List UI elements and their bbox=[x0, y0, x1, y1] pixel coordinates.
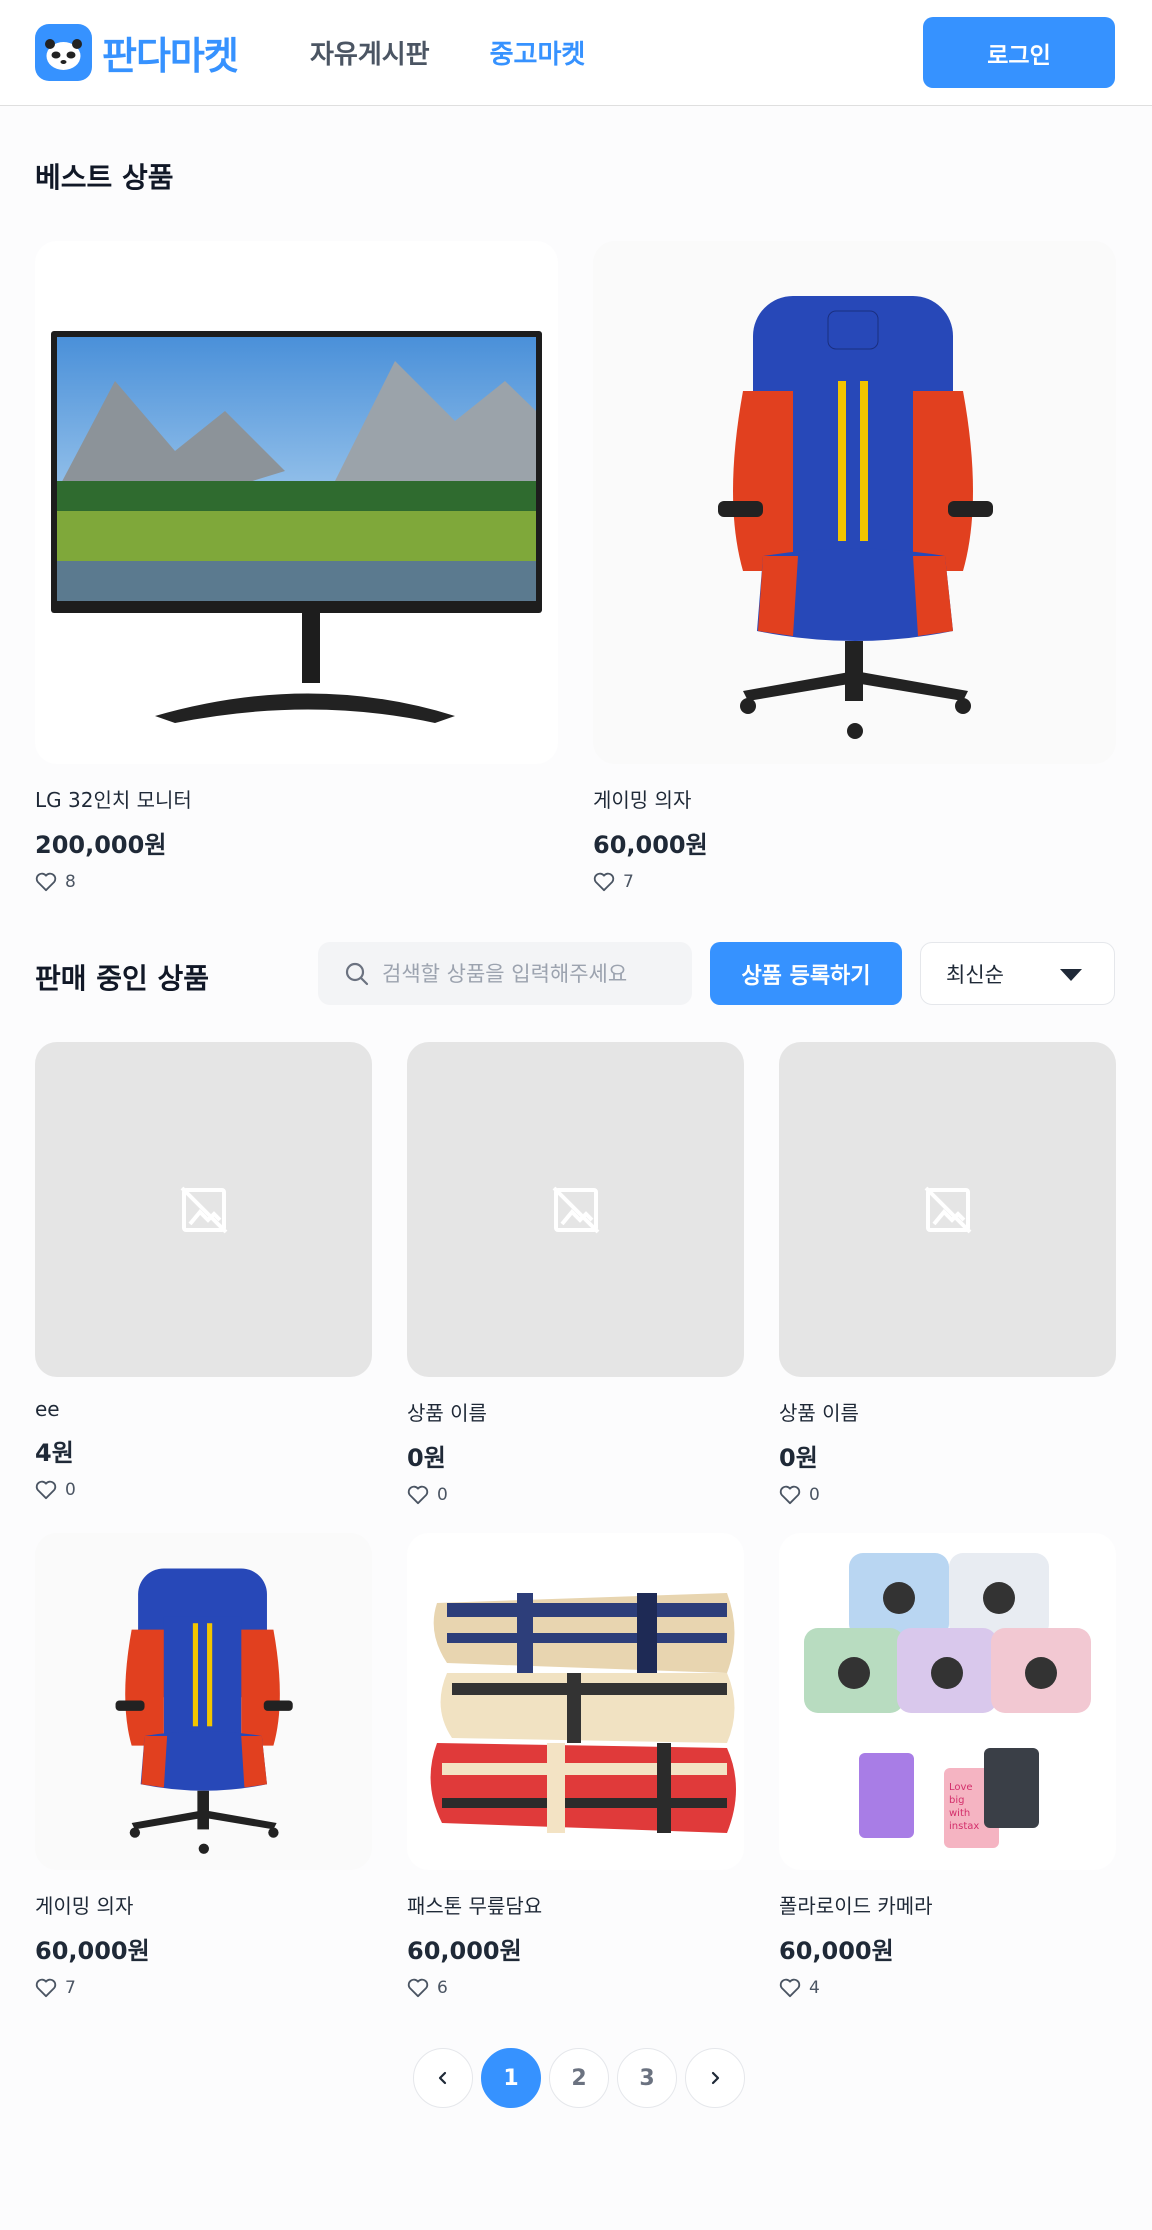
svg-text:instax: instax bbox=[949, 1821, 979, 1832]
product-likes[interactable]: 6 bbox=[407, 1978, 744, 1998]
product-likes[interactable]: 0 bbox=[407, 1485, 744, 1505]
page-button-2[interactable]: 2 bbox=[549, 2048, 609, 2108]
product-likes[interactable]: 7 bbox=[35, 1978, 372, 1998]
panda-logo-icon bbox=[35, 24, 92, 81]
product-card[interactable]: 상품 이름 0원 0 bbox=[779, 1042, 1116, 1505]
product-price: 60,000원 bbox=[779, 1937, 894, 1965]
monitor-image bbox=[35, 241, 558, 764]
heart-icon bbox=[779, 1485, 801, 1505]
product-card[interactable]: Love big with instax 폴라로이드 카메라 60,000원 4 bbox=[779, 1533, 1116, 1998]
blanket-image bbox=[407, 1533, 744, 1870]
product-price: 200,000원 bbox=[35, 831, 167, 859]
heart-icon bbox=[35, 1480, 57, 1500]
product-price: 0원 bbox=[407, 1444, 446, 1472]
gaming-chair-image bbox=[593, 241, 1116, 764]
search-box[interactable] bbox=[318, 942, 692, 1005]
svg-text:big: big bbox=[949, 1795, 964, 1806]
best-product-card[interactable]: LG 32인치 모니터 200,000원 8 bbox=[35, 241, 558, 892]
product-price: 4원 bbox=[35, 1439, 74, 1467]
likes-count: 7 bbox=[65, 1978, 76, 1998]
svg-text:with: with bbox=[949, 1808, 970, 1819]
on-sale-title: 판매 중인 상품 bbox=[35, 962, 210, 995]
register-product-button[interactable]: 상품 등록하기 bbox=[710, 942, 902, 1005]
product-name: 게이밍 의자 bbox=[35, 1894, 134, 1918]
no-image-placeholder bbox=[407, 1042, 744, 1377]
heart-icon bbox=[593, 872, 615, 892]
product-name: ee bbox=[35, 1397, 60, 1421]
image-off-icon bbox=[924, 1186, 971, 1233]
image-off-icon bbox=[180, 1186, 227, 1233]
product-name: 상품 이름 bbox=[407, 1401, 487, 1425]
product-likes[interactable]: 7 bbox=[593, 872, 1116, 892]
likes-count: 0 bbox=[65, 1480, 76, 1500]
likes-count: 0 bbox=[437, 1485, 448, 1505]
heart-icon bbox=[35, 872, 57, 892]
sort-dropdown[interactable]: 최신순 bbox=[920, 942, 1115, 1005]
product-likes[interactable]: 0 bbox=[35, 1480, 372, 1500]
chevron-right-icon bbox=[711, 2071, 720, 2085]
product-likes[interactable]: 8 bbox=[35, 872, 558, 892]
no-image-placeholder bbox=[779, 1042, 1116, 1377]
product-card[interactable]: ee 4원 0 bbox=[35, 1042, 372, 1500]
heart-icon bbox=[407, 1978, 429, 1998]
site-header: 판다마켓 자유게시판 중고마켓 로그인 bbox=[0, 0, 1152, 106]
product-name: LG 32인치 모니터 bbox=[35, 788, 192, 812]
login-button[interactable]: 로그인 bbox=[923, 17, 1115, 88]
likes-count: 0 bbox=[809, 1485, 820, 1505]
product-price: 60,000원 bbox=[593, 831, 708, 859]
likes-count: 8 bbox=[65, 872, 76, 892]
product-likes[interactable]: 0 bbox=[779, 1485, 1116, 1505]
svg-text:Love: Love bbox=[949, 1782, 973, 1793]
best-product-card[interactable]: 게이밍 의자 60,000원 7 bbox=[593, 241, 1116, 892]
product-price: 60,000원 bbox=[35, 1937, 150, 1965]
pagination: 1 2 3 bbox=[413, 2048, 745, 2108]
product-card[interactable]: 게이밍 의자 60,000원 7 bbox=[35, 1533, 372, 1998]
page-button-1[interactable]: 1 bbox=[481, 2048, 541, 2108]
product-name: 상품 이름 bbox=[779, 1401, 859, 1425]
product-price: 60,000원 bbox=[407, 1937, 522, 1965]
logo-text: 판다마켓 bbox=[102, 34, 239, 78]
likes-count: 7 bbox=[623, 872, 634, 892]
page-button-3[interactable]: 3 bbox=[617, 2048, 677, 2108]
search-input[interactable] bbox=[382, 961, 682, 986]
prev-page-button[interactable] bbox=[413, 2048, 473, 2108]
heart-icon bbox=[779, 1978, 801, 1998]
product-name: 패스톤 무릎담요 bbox=[407, 1894, 543, 1918]
product-card[interactable]: 패스톤 무릎담요 60,000원 6 bbox=[407, 1533, 744, 1998]
nav-used-market[interactable]: 중고마켓 bbox=[490, 34, 586, 71]
no-image-placeholder bbox=[35, 1042, 372, 1377]
logo[interactable]: 판다마켓 bbox=[35, 24, 239, 81]
sort-selected: 최신순 bbox=[946, 962, 1004, 987]
main-nav: 자유게시판 중고마켓 bbox=[310, 34, 585, 71]
caret-down-icon bbox=[1060, 969, 1082, 981]
likes-count: 6 bbox=[437, 1978, 448, 1998]
next-page-button[interactable] bbox=[685, 2048, 745, 2108]
product-name: 게이밍 의자 bbox=[593, 788, 692, 812]
product-name: 폴라로이드 카메라 bbox=[779, 1894, 933, 1918]
product-card[interactable]: 상품 이름 0원 0 bbox=[407, 1042, 744, 1505]
product-likes[interactable]: 4 bbox=[779, 1978, 1116, 1998]
instant-camera-image: Love big with instax bbox=[779, 1533, 1116, 1870]
nav-free-board[interactable]: 자유게시판 bbox=[310, 34, 430, 71]
heart-icon bbox=[407, 1485, 429, 1505]
search-icon bbox=[345, 962, 369, 985]
image-off-icon bbox=[552, 1186, 599, 1233]
gaming-chair-image bbox=[35, 1533, 372, 1870]
likes-count: 4 bbox=[809, 1978, 820, 1998]
best-products-title: 베스트 상품 bbox=[35, 161, 174, 194]
chevron-left-icon bbox=[438, 2071, 447, 2085]
heart-icon bbox=[35, 1978, 57, 1998]
product-price: 0원 bbox=[779, 1444, 818, 1472]
